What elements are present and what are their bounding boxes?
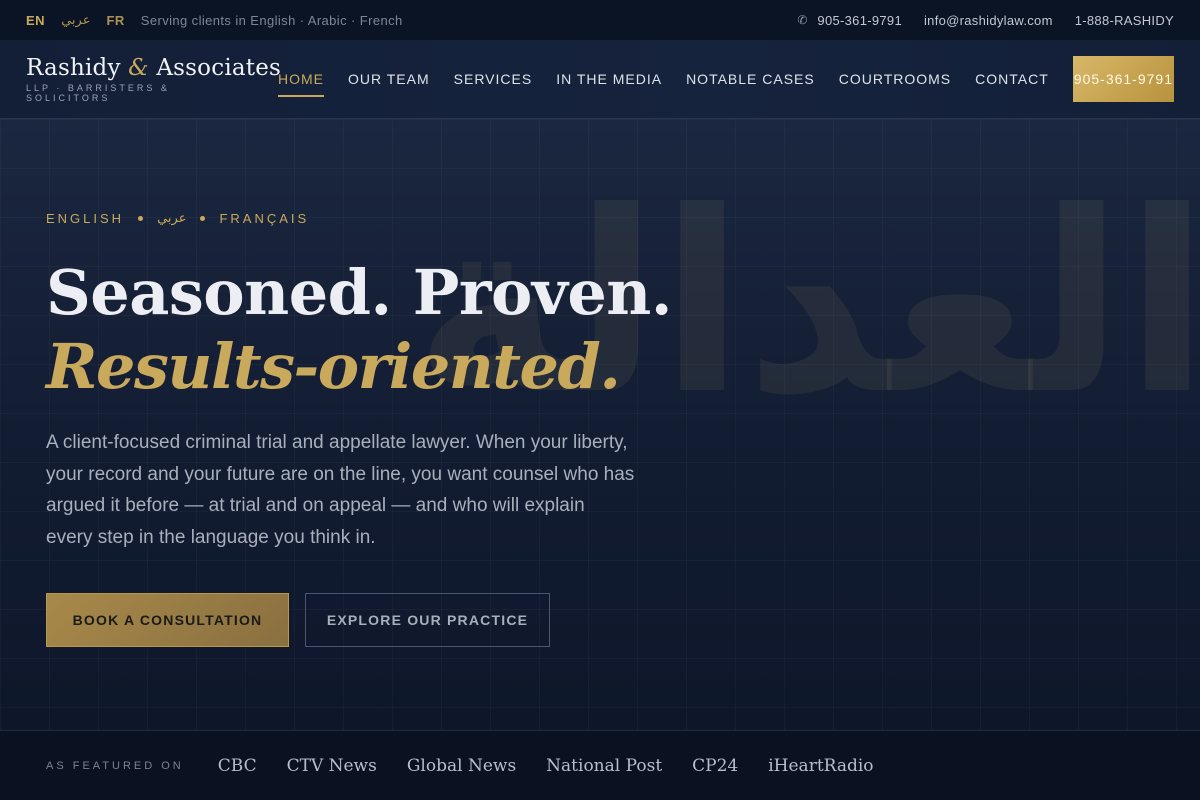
outlet-iheartradio: iHeartRadio bbox=[768, 755, 874, 776]
brand-name-part2: Associates bbox=[148, 55, 282, 81]
topbar-phone-link[interactable]: ✆ 905-361-9791 bbox=[797, 13, 902, 28]
brand-logo[interactable]: Rashidy & Associates LLP · BARRISTERS & … bbox=[26, 55, 281, 103]
book-consultation-button[interactable]: BOOK A CONSULTATION bbox=[46, 593, 289, 647]
featured-label: AS FEATURED ON bbox=[46, 759, 184, 772]
hero-section: العدالة ENGLISH عربي FRANÇAIS Seasoned. … bbox=[0, 119, 1200, 730]
hero-languages: ENGLISH عربي FRANÇAIS bbox=[46, 211, 309, 226]
brand-ampersand: & bbox=[128, 55, 149, 81]
outlet-cbc: CBC bbox=[217, 755, 257, 776]
outlet-ctv-news: CTV News bbox=[286, 755, 377, 776]
hero-description: A client-focused criminal trial and appe… bbox=[46, 432, 635, 548]
nav-contact[interactable]: CONTACT bbox=[975, 40, 1049, 118]
brand-name: Rashidy & Associates bbox=[26, 55, 281, 81]
phone-icon: ✆ bbox=[797, 13, 808, 27]
topbar-tollfree-link[interactable]: 1-888-RASHIDY bbox=[1075, 13, 1174, 28]
topbar-contact-group: ✆ 905-361-9791 info@rashidylaw.com 1-888… bbox=[797, 13, 1174, 28]
nav-services[interactable]: SERVICES bbox=[454, 40, 533, 118]
hero-language-french: FRANÇAIS bbox=[219, 211, 310, 226]
separator-dot bbox=[138, 216, 144, 221]
site-header: Rashidy & Associates LLP · BARRISTERS & … bbox=[0, 40, 1200, 119]
top-utility-bar: EN عربي FR Serving clients in English · … bbox=[0, 0, 1200, 40]
brand-subtitle: LLP · BARRISTERS & SOLICITORS bbox=[26, 83, 170, 103]
serving-languages-text: Serving clients in English · Arabic · Fr… bbox=[140, 12, 403, 28]
topbar-email-link[interactable]: info@rashidylaw.com bbox=[924, 13, 1053, 28]
topbar-phone-text: 905-361-9791 bbox=[817, 12, 902, 28]
brand-name-part1: Rashidy bbox=[26, 55, 129, 81]
main-nav: HOME OUR TEAM SERVICES IN THE MEDIA NOTA… bbox=[278, 40, 1073, 118]
explore-practice-button[interactable]: EXPLORE OUR PRACTICE bbox=[305, 593, 550, 647]
nav-home[interactable]: HOME bbox=[278, 40, 324, 118]
nav-in-the-media[interactable]: IN THE MEDIA bbox=[556, 40, 662, 118]
language-ar-link[interactable]: عربي bbox=[61, 13, 90, 28]
hero-language-english: ENGLISH bbox=[46, 211, 125, 226]
hero-language-arabic: عربي bbox=[157, 211, 187, 226]
language-en-link[interactable]: EN bbox=[26, 13, 45, 28]
header-phone-button[interactable]: 905-361-9791 bbox=[1072, 56, 1174, 102]
outlet-national-post: National Post bbox=[546, 755, 663, 776]
nav-our-team[interactable]: OUR TEAM bbox=[348, 40, 430, 118]
outlet-cp24: CP24 bbox=[692, 755, 739, 776]
language-fr-link[interactable]: FR bbox=[106, 13, 124, 28]
nav-notable-cases[interactable]: NOTABLE CASES bbox=[686, 40, 815, 118]
hero-title-accent: Results-oriented. bbox=[46, 330, 621, 403]
separator-dot bbox=[200, 216, 206, 221]
nav-courtrooms[interactable]: COURTROOMS bbox=[839, 40, 951, 118]
hero-title: Seasoned. Proven. bbox=[46, 256, 672, 329]
featured-on-bar: AS FEATURED ON CBC CTV News Global News … bbox=[0, 730, 1200, 800]
outlet-global-news: Global News bbox=[406, 755, 517, 776]
